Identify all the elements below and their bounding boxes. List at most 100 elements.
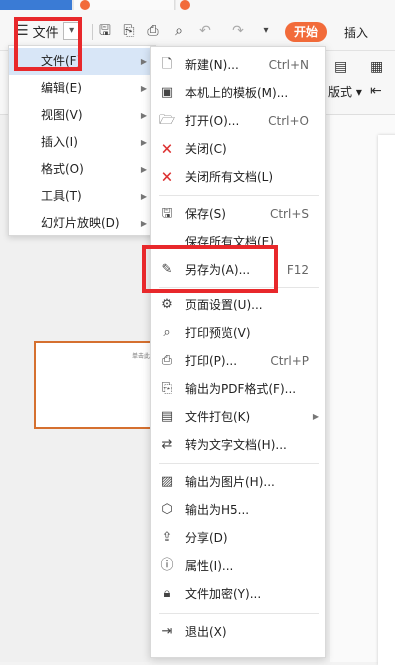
menu-item-export-image[interactable]: ▨ 输出为图片(H)...	[151, 468, 325, 496]
menu-item-label: 关闭(C)	[185, 142, 227, 156]
document-tab-2[interactable]	[176, 0, 395, 10]
pdf-icon: ⎘	[161, 381, 173, 396]
page-setup-icon: ⚙	[161, 297, 173, 312]
layout-label: 版式	[328, 85, 353, 99]
slide-thumb-text: 单击此	[132, 353, 151, 360]
menu-item-label: 关闭所有文档(L)	[185, 170, 274, 184]
share-icon: ⇪	[161, 530, 173, 545]
menu-item-close-all[interactable]: 🗙 关闭所有文档(L)	[151, 163, 325, 191]
shortcut-label: Ctrl+O	[268, 114, 309, 128]
menu-item-label: 文件打包(K)	[185, 410, 251, 424]
menu-item-label: 幻灯片放映(D)	[41, 216, 120, 230]
chevron-right-icon: ▶	[140, 138, 147, 147]
section-icon[interactable]: ▦	[370, 59, 383, 75]
convert-text-icon: ⇄	[161, 437, 173, 452]
shortcut-label: Ctrl+N	[268, 58, 309, 72]
menu-divider	[159, 463, 319, 464]
main-menu: 文件(F) ▶ 编辑(E) ▶ 视图(V) ▶ 插入(I) ▶ 格式(O) ▶ 工具(T)…	[8, 45, 156, 236]
menu-item-view[interactable]: 视图(V) ▶	[9, 102, 155, 129]
chevron-right-icon: ▶	[140, 111, 147, 120]
save-icon[interactable]: 🖫	[96, 22, 114, 40]
close-file-icon: 🗙	[162, 141, 172, 156]
menu-item-insert[interactable]: 插入(I) ▶	[9, 129, 155, 156]
menu-item-format[interactable]: 格式(O) ▶	[9, 156, 155, 183]
menu-item-new[interactable]: 🗋 新建(N)... Ctrl+N	[151, 51, 325, 79]
exit-icon: ⇥	[161, 624, 173, 639]
document-icon	[180, 0, 190, 10]
menu-item-label: 分享(D)	[185, 531, 228, 545]
layout-icon[interactable]: ▤	[334, 59, 347, 75]
undo-icon[interactable]: ↶	[196, 22, 214, 40]
menu-item-label: 打开(O)...	[185, 114, 240, 128]
menu-item-edit[interactable]: 编辑(E) ▶	[9, 75, 155, 102]
open-folder-icon: 🗁	[159, 113, 176, 128]
menu-item-label: 新建(N)...	[185, 58, 239, 72]
document-tabstrip	[0, 0, 395, 10]
section-arrow-icon[interactable]: ⇤	[370, 83, 382, 99]
menu-item-properties[interactable]: ⓘ 属性(I)...	[151, 552, 325, 580]
menu-item-close[interactable]: 🗙 关闭(C)	[151, 135, 325, 163]
print-icon: ⎙	[161, 353, 173, 368]
chevron-right-icon: ▶	[140, 192, 147, 201]
menu-item-print-preview[interactable]: ⌕ 打印预览(V)	[151, 319, 325, 347]
properties-icon: ⓘ	[160, 558, 174, 573]
menu-item-label: 插入(I)	[41, 135, 78, 149]
menu-divider	[159, 195, 319, 196]
menu-item-share[interactable]: ⇪ 分享(D)	[151, 524, 325, 552]
menu-item-page-setup[interactable]: ⚙ 页面设置(U)...	[151, 291, 325, 319]
menu-item-export-pdf[interactable]: ⎘ 输出为PDF格式(F)...	[151, 375, 325, 403]
image-export-icon: ▨	[160, 474, 174, 489]
print-preview-icon: ⌕	[163, 325, 171, 340]
menu-item-exit[interactable]: ⇥ 退出(X)	[151, 618, 325, 646]
shortcut-label: Ctrl+P	[270, 354, 309, 368]
document-tab[interactable]	[74, 0, 175, 10]
slide-thumbnail[interactable]: 单击此	[34, 341, 152, 429]
document-icon	[80, 0, 90, 10]
save-icon: 🖫	[161, 206, 173, 221]
menu-item-label: 页面设置(U)...	[185, 298, 263, 312]
shortcut-label: F12	[286, 263, 309, 277]
chevron-down-icon: ▾	[355, 85, 362, 99]
menu-item-encrypt[interactable]: 🔒︎ 文件加密(Y)...	[151, 580, 325, 608]
print-icon[interactable]: ⎙	[144, 22, 162, 40]
more-icon[interactable]: ▾	[257, 22, 275, 40]
highlight-box-save-as	[142, 245, 278, 293]
menu-item-label: 编辑(E)	[41, 81, 82, 95]
menu-item-label: 转为文字文档(H)...	[185, 438, 287, 452]
menu-item-slideshow[interactable]: 幻灯片放映(D) ▶	[9, 210, 155, 237]
menu-item-label: 工具(T)	[41, 189, 82, 203]
template-icon: ▣	[160, 85, 174, 100]
tab-insert[interactable]: 插入	[344, 24, 368, 41]
menu-item-export-h5[interactable]: ⬡ 输出为H5...	[151, 496, 325, 524]
menu-item-package[interactable]: ▤ 文件打包(K) ▶	[151, 403, 325, 431]
menu-item-label: 文件加密(Y)...	[185, 587, 262, 601]
tab-start[interactable]: 开始	[285, 22, 327, 42]
new-file-icon: 🗋	[161, 57, 173, 72]
slide-page[interactable]	[378, 135, 395, 665]
menu-item-print[interactable]: ⎙ 打印(P)... Ctrl+P	[151, 347, 325, 375]
redo-icon[interactable]: ↷	[229, 22, 247, 40]
menu-item-save[interactable]: 🖫 保存(S) Ctrl+S	[151, 200, 325, 228]
home-tab[interactable]	[0, 0, 72, 10]
chevron-right-icon: ▶	[140, 165, 147, 174]
chevron-right-icon: ▶	[140, 219, 147, 228]
print-preview-icon[interactable]: ⌕	[170, 22, 188, 40]
menu-item-label: 格式(O)	[41, 162, 84, 176]
file-submenu: 🗋 新建(N)... Ctrl+N ▣ 本机上的模板(M)... 🗁 打开(O)…	[150, 46, 326, 658]
menu-item-label: 输出为PDF格式(F)...	[185, 382, 297, 396]
menu-item-convert-text[interactable]: ⇄ 转为文字文档(H)...	[151, 431, 325, 459]
chevron-right-icon: ▶	[312, 412, 319, 421]
format-painter-icon[interactable]: ⎘	[120, 22, 138, 40]
menu-item-label: 输出为图片(H)...	[185, 475, 275, 489]
menu-item-label: 输出为H5...	[185, 503, 250, 517]
layout-button[interactable]: 版式 ▾	[328, 83, 362, 100]
menu-item-label: 保存(S)	[185, 207, 226, 221]
menu-item-tools[interactable]: 工具(T) ▶	[9, 183, 155, 210]
close-all-icon: 🗙	[162, 169, 172, 184]
chevron-right-icon: ▶	[140, 84, 147, 93]
package-icon: ▤	[160, 409, 174, 424]
menu-item-local-templates[interactable]: ▣ 本机上的模板(M)...	[151, 79, 325, 107]
menu-item-open[interactable]: 🗁 打开(O)... Ctrl+O	[151, 107, 325, 135]
highlight-box-file	[14, 17, 82, 71]
menu-item-label: 退出(X)	[185, 625, 227, 639]
